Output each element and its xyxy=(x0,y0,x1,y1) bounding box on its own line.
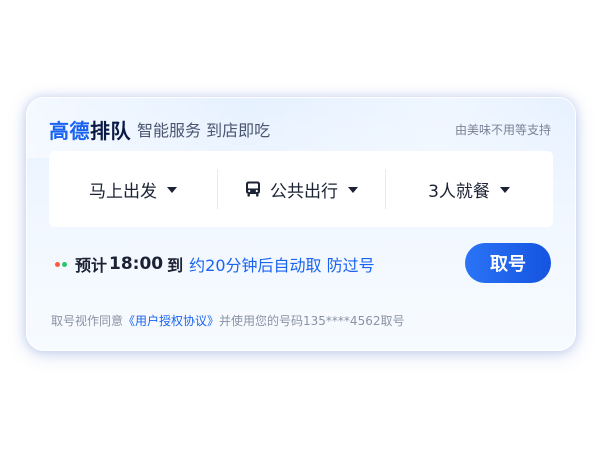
status-dots-icon xyxy=(55,261,69,267)
support-text: 由美味不用等支持 xyxy=(454,122,551,137)
eta-prefix: 预计 xyxy=(75,256,108,275)
caret-down-icon xyxy=(499,187,510,193)
party-size-dropdown[interactable]: 3人就餐 xyxy=(385,151,553,227)
transport-dropdown[interactable]: 公共出行 xyxy=(217,151,385,227)
eta-to: 到 xyxy=(167,256,184,275)
transport-label: 公共出行 xyxy=(270,181,338,202)
brand-logo: 高德排队 xyxy=(49,115,131,144)
departure-label: 马上出发 xyxy=(89,181,157,202)
agreement-text: 取号视作同意《用户授权协议》并使用您的号码135****4562取号 xyxy=(51,312,404,329)
status-dot-red xyxy=(55,261,60,267)
status-dot-green xyxy=(62,261,67,267)
subtitle: 智能服务 到店即吃 xyxy=(137,121,271,140)
caret-down-icon xyxy=(167,187,177,193)
user-agreement-link[interactable]: 《用户授权协议》 xyxy=(123,314,219,328)
eta-row: 预计 18:00 到 约20分钟后自动取 防过号 xyxy=(55,246,375,282)
eta-note: 约20分钟后自动取 防过号 xyxy=(189,256,375,275)
brand-name-part-2: 排队 xyxy=(90,120,131,143)
departure-dropdown[interactable]: 马上出发 xyxy=(49,151,217,227)
card-header: 高德排队 智能服务 到店即吃 由美味不用等支持 xyxy=(49,114,551,144)
options-bar: 马上出发 公共出行 3人就餐 xyxy=(49,151,553,227)
brand-name-part-1: 高德 xyxy=(49,120,90,143)
agreement-suffix: 并使用您的号码135****4562取号 xyxy=(219,314,405,328)
take-number-button[interactable]: 取号 xyxy=(465,243,551,283)
eta-time: 18:00 xyxy=(109,254,164,274)
bus-icon xyxy=(244,180,262,198)
party-size-label: 3人就餐 xyxy=(428,181,490,202)
caret-down-icon xyxy=(348,187,358,193)
agreement-prefix: 取号视作同意 xyxy=(51,314,124,328)
queue-card: 高德排队 智能服务 到店即吃 由美味不用等支持 马上出发 公共出行 3人就餐 预… xyxy=(26,97,576,351)
